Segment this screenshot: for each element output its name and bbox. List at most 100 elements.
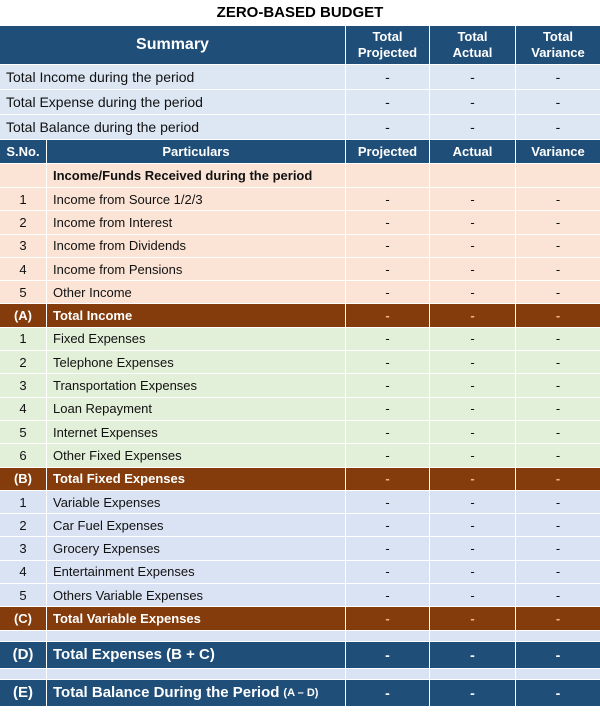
actual-cell: - (430, 304, 516, 327)
projected-cell: - (346, 490, 430, 514)
sno-cell: 5 (0, 420, 47, 444)
variance-cell: - (516, 537, 600, 559)
actual-cell-text: - (470, 494, 475, 510)
actual-cell: - (430, 584, 516, 607)
projected-cell (346, 164, 430, 187)
sno-cell: 5 (0, 584, 47, 607)
projected-cell: - (346, 420, 430, 444)
actual-cell-text: - (470, 284, 475, 300)
sno-cell: (D) (0, 641, 47, 668)
sno-cell-text: 3 (19, 238, 27, 254)
variance-cell-text: - (555, 494, 561, 510)
variance-cell-text: - (555, 517, 561, 533)
variance-cell-text: - (555, 354, 561, 370)
summary-row: Total Expense during the period - - - (0, 90, 600, 115)
actual-cell-text: - (470, 261, 475, 277)
spacer-row (0, 630, 600, 642)
variance-cell: - (516, 421, 600, 443)
variance-cell-text: - (555, 378, 561, 394)
particulars-cell-text: Car Fuel Expenses (53, 517, 164, 533)
sno-cell: 1 (0, 490, 47, 514)
income-section-heading-row: Income/Funds Received during the period (0, 164, 600, 188)
actual-cell-text: - (470, 214, 475, 230)
sno-cell: (B) (0, 467, 47, 490)
variance-cell: - (516, 211, 600, 233)
actual-cell-text: - (470, 684, 475, 701)
variance-cell-text: - (555, 684, 561, 701)
actual-cell-text: - (470, 331, 475, 347)
projected-cell: - (346, 257, 430, 281)
particulars-cell: Total Balance During the Period (A – D) (47, 679, 346, 706)
variance-cell-text: - (555, 214, 561, 230)
sno-cell-text: 6 (19, 447, 27, 463)
particulars-cell: Entertainment Expenses (47, 560, 346, 584)
projected-cell: - (346, 560, 430, 584)
particulars-cell: Income from Source 1/2/3 (47, 188, 346, 211)
projected-cell: - (346, 65, 430, 89)
particulars-cell-text: Grocery Expenses (53, 541, 160, 557)
actual-cell (430, 164, 516, 187)
spacer-row (0, 668, 600, 680)
total-variance-header: Total Variance (516, 26, 600, 64)
particulars-cell: Total Fixed Expenses (47, 467, 346, 490)
formula-suffix: (A – D) (283, 686, 319, 699)
sno-cell-text: 2 (19, 517, 27, 533)
income-row: 4 Income from Pensions - - - (0, 257, 600, 282)
particulars-cell-text: Other Fixed Expenses (53, 447, 182, 463)
projected-cell: - (346, 115, 430, 139)
sno-cell-text: 1 (19, 191, 27, 207)
page-title: ZERO-BASED BUDGET (216, 4, 384, 21)
projected-cell-text: - (385, 471, 390, 487)
particulars-cell-text: Other Income (53, 284, 132, 300)
actual-cell-text: - (470, 517, 475, 533)
projected-cell-text: - (385, 331, 390, 347)
actual-cell-text: - (470, 587, 475, 603)
actual-cell: - (430, 281, 516, 304)
column-header-row: S.No. Particulars Projected Actual Varia… (0, 140, 600, 164)
variance-cell-text: - (555, 119, 561, 135)
variance-cell: - (516, 65, 600, 89)
actual-cell: - (430, 467, 516, 490)
fixed-expense-row: 4 Loan Repayment - - - (0, 397, 600, 421)
variance-cell-text: - (555, 541, 561, 557)
variance-cell: - (516, 607, 600, 629)
sno-header: S.No. (0, 140, 47, 163)
sno-cell: 5 (0, 281, 47, 304)
projected-cell-text: - (385, 424, 390, 440)
sno-cell-text: 4 (19, 261, 27, 277)
variance-cell: - (516, 115, 600, 139)
variance-header: Variance (531, 144, 585, 159)
total-variable-expenses-row: (C) Total Variable Expenses - - - (0, 607, 600, 631)
actual-cell: - (430, 514, 516, 537)
actual-cell: - (430, 537, 516, 560)
total-income-row: (A) Total Income - - - (0, 304, 600, 328)
projected-cell-text: - (385, 119, 390, 135)
particulars-cell-text: Total Fixed Expenses (53, 471, 185, 487)
variance-cell-text: - (555, 447, 561, 463)
sno-cell: 1 (0, 327, 47, 351)
sno-cell: (E) (0, 679, 47, 706)
projected-cell-text: - (385, 587, 390, 603)
actual-cell-text: - (470, 564, 475, 580)
projected-cell-text: - (385, 646, 390, 663)
projected-cell: - (346, 444, 430, 467)
header-line: Actual (452, 45, 493, 60)
projected-cell: - (346, 374, 430, 397)
fixed-expense-row: 5 Internet Expenses - - - (0, 420, 600, 445)
projected-cell: - (346, 90, 430, 114)
projected-cell: - (346, 211, 430, 234)
actual-cell-text: - (470, 471, 475, 487)
sno-cell: 1 (0, 188, 47, 211)
sno-cell-text: 3 (19, 541, 27, 557)
sno-cell-text: 5 (19, 284, 27, 300)
particulars-cell: Income from Dividends (47, 234, 346, 257)
actual-cell-text: - (470, 401, 475, 417)
actual-cell: - (430, 641, 516, 668)
sno-cell-text: 5 (19, 424, 27, 440)
sno-cell: 4 (0, 397, 47, 420)
projected-cell: - (346, 607, 430, 630)
projected-cell-text: - (385, 191, 390, 207)
particulars-cell-text: Total Balance During the Period (53, 684, 280, 702)
projected-cell: - (346, 281, 430, 304)
total-expenses-row: (D) Total Expenses (B + C) - - - (0, 641, 600, 669)
